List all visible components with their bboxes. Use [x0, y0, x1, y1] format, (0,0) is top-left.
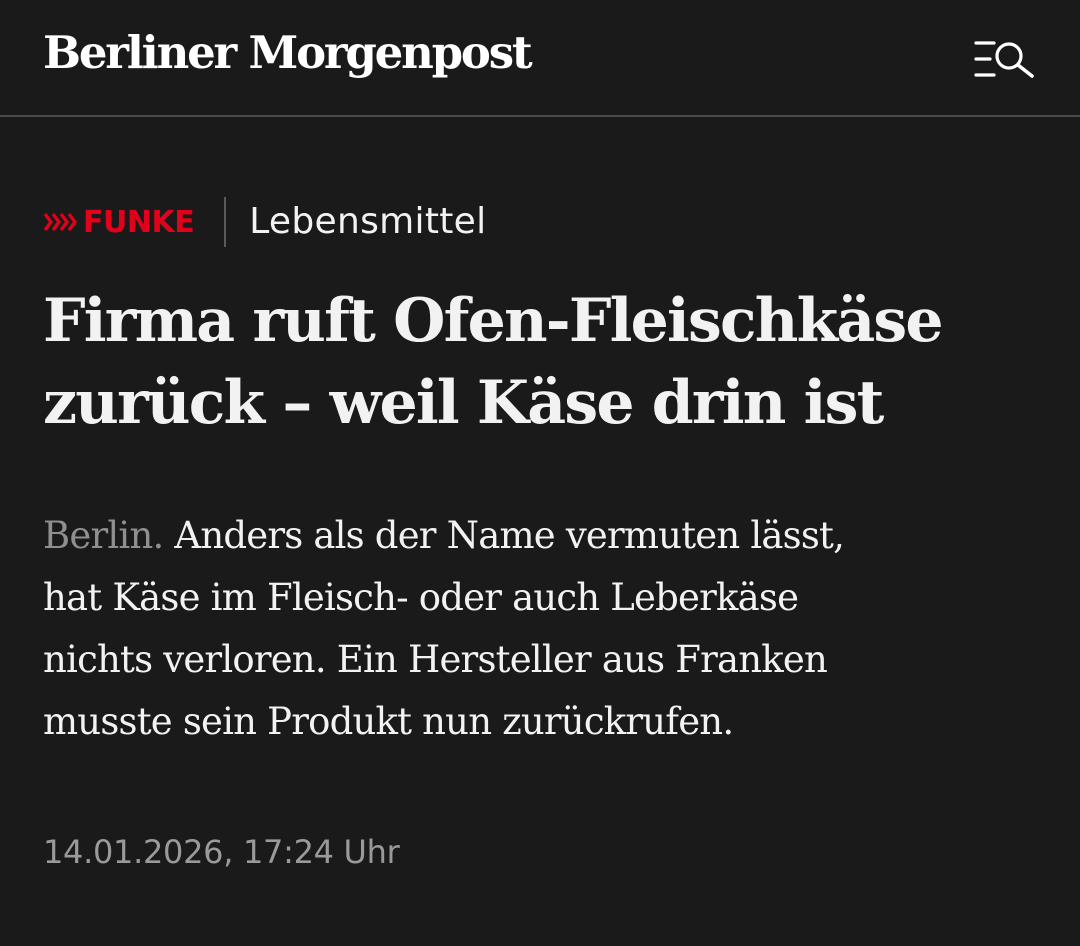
- teaser-line: nichts verloren. Ein Hersteller aus Fran…: [43, 638, 828, 681]
- headline-line: Firma ruft Ofen-Fleischkäse: [43, 286, 944, 356]
- category-link[interactable]: Lebensmittel: [249, 196, 486, 248]
- brand-label: FUNKE: [83, 204, 195, 240]
- headline-line: zurück – weil Käse drin ist: [43, 368, 884, 438]
- teaser-text: Anders als der Name vermuten lässt,: [163, 514, 845, 557]
- dateline: Berlin.: [43, 514, 164, 557]
- teaser-line: musste sein Produkt nun zurückrufen.: [43, 700, 734, 743]
- publish-timestamp: 14.01.2026, 17:24 Uhr: [43, 833, 400, 871]
- menu-search-button[interactable]: [968, 30, 1044, 90]
- article-page: Berliner Morgenpost FUNKE Lebensmittel F…: [0, 0, 1080, 946]
- article-kicker: FUNKE Lebensmittel: [43, 196, 486, 248]
- article-headline[interactable]: Firma ruft Ofen-Fleischkäse zurück – wei…: [43, 280, 944, 444]
- funke-brand[interactable]: FUNKE: [43, 196, 195, 248]
- teaser-line: Berlin. Anders als der Name vermuten läs…: [43, 505, 845, 567]
- site-logo[interactable]: Berliner Morgenpost: [43, 22, 533, 84]
- menu-search-icon: [974, 41, 1034, 78]
- kicker-divider: [224, 197, 227, 247]
- teaser-line: hat Käse im Fleisch- oder auch Leberkäse: [43, 576, 799, 619]
- article-teaser: Berlin. Anders als der Name vermuten läs…: [43, 505, 845, 753]
- chevrons-icon: [43, 213, 77, 231]
- site-header: Berliner Morgenpost: [0, 0, 1080, 117]
